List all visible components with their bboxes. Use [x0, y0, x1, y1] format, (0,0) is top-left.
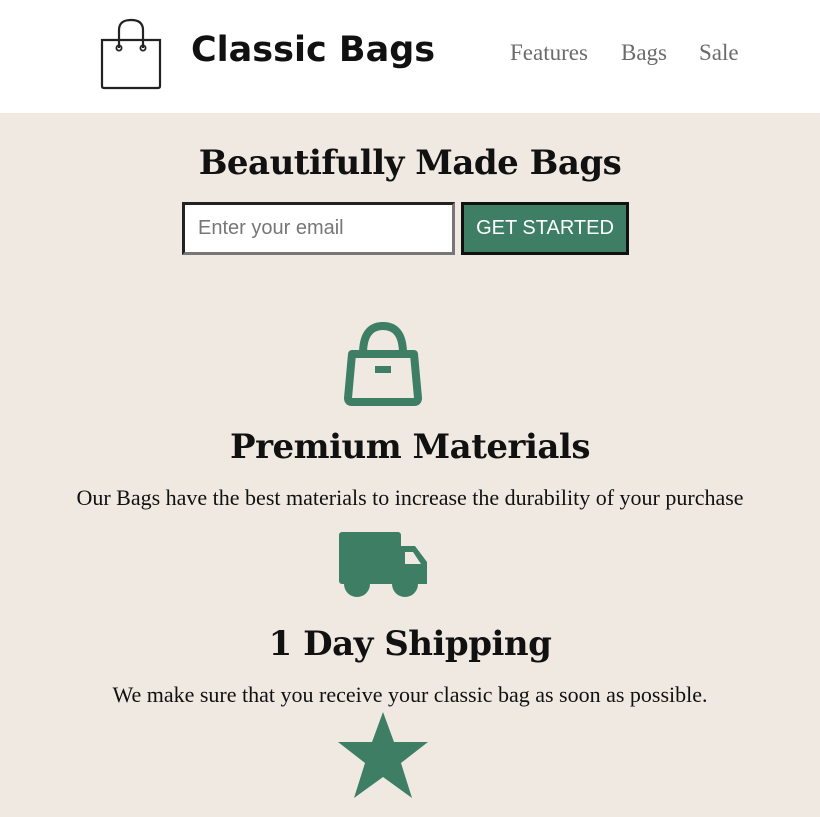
site-header: Classic Bags Features Bags Sale — [0, 0, 820, 113]
star-icon — [338, 712, 428, 798]
shopping-bag-outline-icon[interactable] — [98, 18, 164, 90]
feature-title: 1 Day Shipping — [268, 624, 552, 664]
brand-name: Classic Bags — [191, 30, 436, 70]
truck-icon — [339, 532, 427, 597]
get-started-button[interactable]: GET STARTED — [461, 202, 629, 255]
nav-link-features[interactable]: Features — [510, 40, 588, 66]
nav-link-bags[interactable]: Bags — [621, 40, 667, 66]
handbag-icon — [344, 321, 422, 406]
feature-description: We make sure that you receive your class… — [112, 682, 708, 707]
hero-title: Beautifully Made Bags — [198, 143, 622, 183]
feature-title: Premium Materials — [230, 427, 590, 467]
email-input[interactable] — [182, 202, 455, 255]
nav-link-sale[interactable]: Sale — [699, 40, 739, 66]
feature-description: Our Bags have the best materials to incr… — [76, 485, 744, 510]
